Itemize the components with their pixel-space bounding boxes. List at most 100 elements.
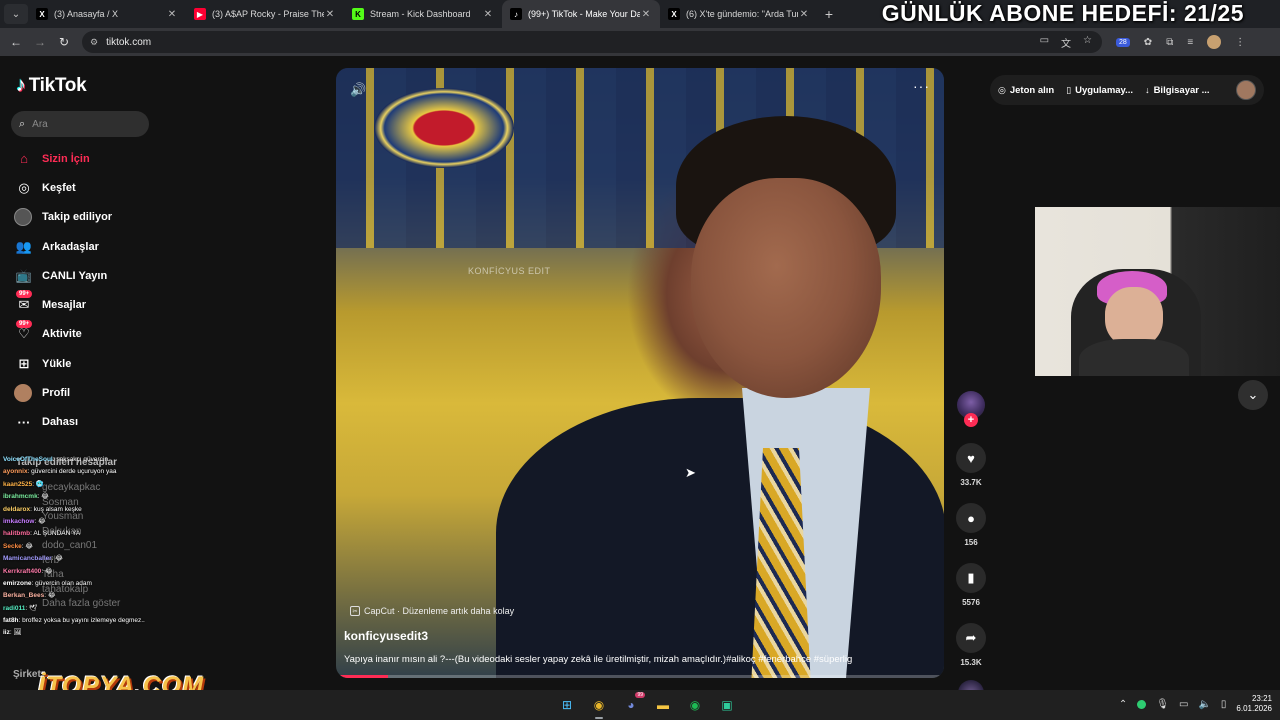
chat-message: fat8h: broffez yoksa bu yayını izlemeye … <box>0 615 180 627</box>
chat-text: : güvercin olan adam <box>31 579 92 587</box>
stream-goal-overlay: GÜNLÜK ABONE HEDEFİ: 21/25 <box>881 0 1244 26</box>
puzzle-icon[interactable]: ⧉ <box>1166 37 1173 48</box>
top-action-label: Bilgisayar ... <box>1153 84 1210 96</box>
profile-avatar-icon[interactable] <box>1207 35 1222 49</box>
sidebar-item[interactable]: ⊞ Yükle <box>14 349 154 378</box>
address-bar[interactable]: ⚙ tiktok.com ▭ 文 ☆ <box>82 31 1102 53</box>
windows-start-icon[interactable]: ⊞ <box>556 694 578 716</box>
sidebar-item[interactable]: 👥 Arkadaşlar <box>14 232 154 261</box>
back-arrow-icon[interactable]: ← <box>4 35 28 49</box>
top-action-button[interactable]: ◎ Jeton alın <box>998 85 1054 96</box>
tab-favicon-icon: ♪ <box>510 8 522 20</box>
chat-username: ibrahmcmk <box>3 493 38 501</box>
site-info-icon[interactable]: ⚙ <box>90 37 98 48</box>
forward-arrow-icon[interactable]: → <box>28 35 52 49</box>
app-green-icon[interactable]: ▣ <box>716 694 738 716</box>
spotify-icon[interactable]: ◉ <box>684 694 706 716</box>
top-action-label: Uygulamay... <box>1075 84 1134 96</box>
company-link[interactable]: Şirket <box>13 669 41 680</box>
microphone-icon[interactable]: 🎙 <box>1156 699 1169 710</box>
chat-message: Berkan_Bees: 😂 <box>0 590 180 602</box>
screen: ⌄ X (3) Anasayfa / X ✕ ▶ (3) A$AP Rocky - Pr… <box>0 0 1280 720</box>
browser-tab[interactable]: K Stream - Kick Dashboard ✕ <box>344 0 502 28</box>
kebab-menu-icon[interactable]: ⋮ <box>1235 37 1245 48</box>
like-heart-icon[interactable]: ♥ <box>956 443 986 473</box>
next-video-chevron-icon[interactable]: ⌄ <box>1238 380 1268 410</box>
top-action-label: Jeton alın <box>1009 84 1055 96</box>
creator-avatar[interactable]: + <box>957 391 985 427</box>
tab-close-icon[interactable]: ✕ <box>640 9 652 20</box>
sidebar-item[interactable]: ✉ 99+ Mesajlar <box>14 290 154 319</box>
reading-list-icon[interactable]: ≡ <box>1187 37 1193 48</box>
bookmark-icon[interactable]: ▮ <box>956 563 986 593</box>
extensions-area: 28 ✿ ⧉ ≡ ⋮ <box>1116 35 1245 49</box>
browser-tab[interactable]: ♪ (99+) TikTok - Make Your Da ✕ <box>502 0 660 28</box>
more-options-icon[interactable]: ··· <box>913 78 930 94</box>
sidebar-item-label: Aktivite <box>42 328 82 341</box>
system-clock[interactable]: 23:21 6.01.2026 <box>1236 694 1272 714</box>
chat-text: : kuş alsam keşke <box>30 505 82 513</box>
top-action-button[interactable]: ↓ Bilgisayar ... <box>1145 85 1209 96</box>
tab-close-icon[interactable]: ✕ <box>324 9 336 20</box>
extension-icon[interactable]: ✿ <box>1144 37 1152 48</box>
tab-search-menu-icon[interactable]: ⌄ <box>4 4 28 24</box>
volume-icon[interactable]: 🔊 <box>350 82 366 98</box>
tab-close-icon[interactable]: ✕ <box>166 9 178 20</box>
chat-text: : 😂 <box>51 555 63 563</box>
chat-username: Mamicancballer <box>3 555 52 563</box>
tab-favicon-icon: K <box>352 8 364 20</box>
video-subject-face <box>691 178 881 398</box>
translate-icon[interactable]: 文 <box>1061 35 1071 50</box>
cast-icon[interactable]: ▭ <box>1040 35 1049 50</box>
video-progress-bar[interactable] <box>340 675 940 678</box>
compass-icon: ◎ <box>18 179 30 195</box>
tiktok-logo[interactable]: ♪ TikTok <box>16 74 87 97</box>
bookmark-star-icon[interactable]: ☆ <box>1083 35 1092 50</box>
browser-tab[interactable]: X (3) Anasayfa / X ✕ <box>28 0 186 28</box>
activity-icon: ♡ <box>18 326 30 342</box>
tab-close-icon[interactable]: ✕ <box>798 9 810 20</box>
club-crest <box>374 88 514 168</box>
clock-date: 6.01.2026 <box>1236 704 1272 713</box>
sidebar-item[interactable]: Profil <box>14 378 154 407</box>
chat-username: deldarox <box>3 505 31 513</box>
discord-icon[interactable]: ◕ 99 <box>620 692 645 716</box>
extension-badge-icon[interactable]: 28 <box>1116 37 1130 47</box>
chevron-up-icon[interactable]: ⌃ <box>1119 699 1127 710</box>
sidebar-item[interactable]: ♡ 99+ Aktivite <box>14 319 154 349</box>
chat-message: iiz: 🖼 <box>0 627 180 639</box>
capcut-tag[interactable]: ✂ CapCut · Düzenleme artık daha kolay <box>350 606 514 616</box>
battery-icon[interactable]: ▯ <box>1221 699 1227 710</box>
reload-icon[interactable]: ↻ <box>52 35 76 49</box>
chat-message: radi011: 🕊 <box>0 603 180 615</box>
share-arrow-icon[interactable]: ➦ <box>956 623 986 653</box>
sidebar-item[interactable]: ⌂ Sizin İçin <box>14 144 154 173</box>
coin-icon: ◎ <box>998 84 1006 95</box>
video-author[interactable]: konficyusedit3 <box>344 629 428 643</box>
status-green-icon[interactable] <box>1137 699 1147 709</box>
sidebar-item[interactable]: 📺 CANLI Yayın <box>14 261 154 290</box>
browser-tab[interactable]: ▶ (3) A$AP Rocky - Praise The ✕ <box>186 0 344 28</box>
streamer-body <box>1079 339 1189 376</box>
sidebar-item[interactable]: Takip ediliyor <box>14 203 154 232</box>
tab-close-icon[interactable]: ✕ <box>482 9 494 20</box>
browser-tab[interactable]: X (6) X'te gündemio: "Arda Turan ✕ <box>660 0 818 28</box>
running-indicator <box>595 717 603 719</box>
sidebar-nav: ⌂ Sizin İçin ◎ Keşfet Takip ediliyor 👥 Arkadaş… <box>14 144 154 437</box>
video-player[interactable]: KONFİCYUS EDIT 🔊 ··· ✂ CapCut · Düzenlem… <box>336 68 944 678</box>
user-avatar[interactable] <box>1236 80 1256 100</box>
file-explorer-icon[interactable]: ▬ <box>652 694 674 716</box>
search-input[interactable]: ⌕ Ara <box>11 111 149 137</box>
sidebar-item-label: Profil <box>42 387 71 400</box>
comment-icon[interactable]: ● <box>956 503 986 533</box>
follow-plus-icon[interactable]: + <box>964 413 978 427</box>
speaker-icon[interactable]: 🔈 <box>1198 699 1210 710</box>
new-tab-button[interactable]: + <box>818 6 840 22</box>
sidebar-item[interactable]: ◎ Keşfet <box>14 173 154 202</box>
network-icon[interactable]: ▭ <box>1179 699 1188 710</box>
streamer-face <box>1105 287 1163 347</box>
following-avatar-icon <box>14 208 32 227</box>
chrome-icon[interactable]: ◉ <box>588 694 610 719</box>
top-action-button[interactable]: ▯ Uygulamay... <box>1066 85 1133 96</box>
sidebar-item[interactable]: ··· Dahası <box>14 408 154 437</box>
